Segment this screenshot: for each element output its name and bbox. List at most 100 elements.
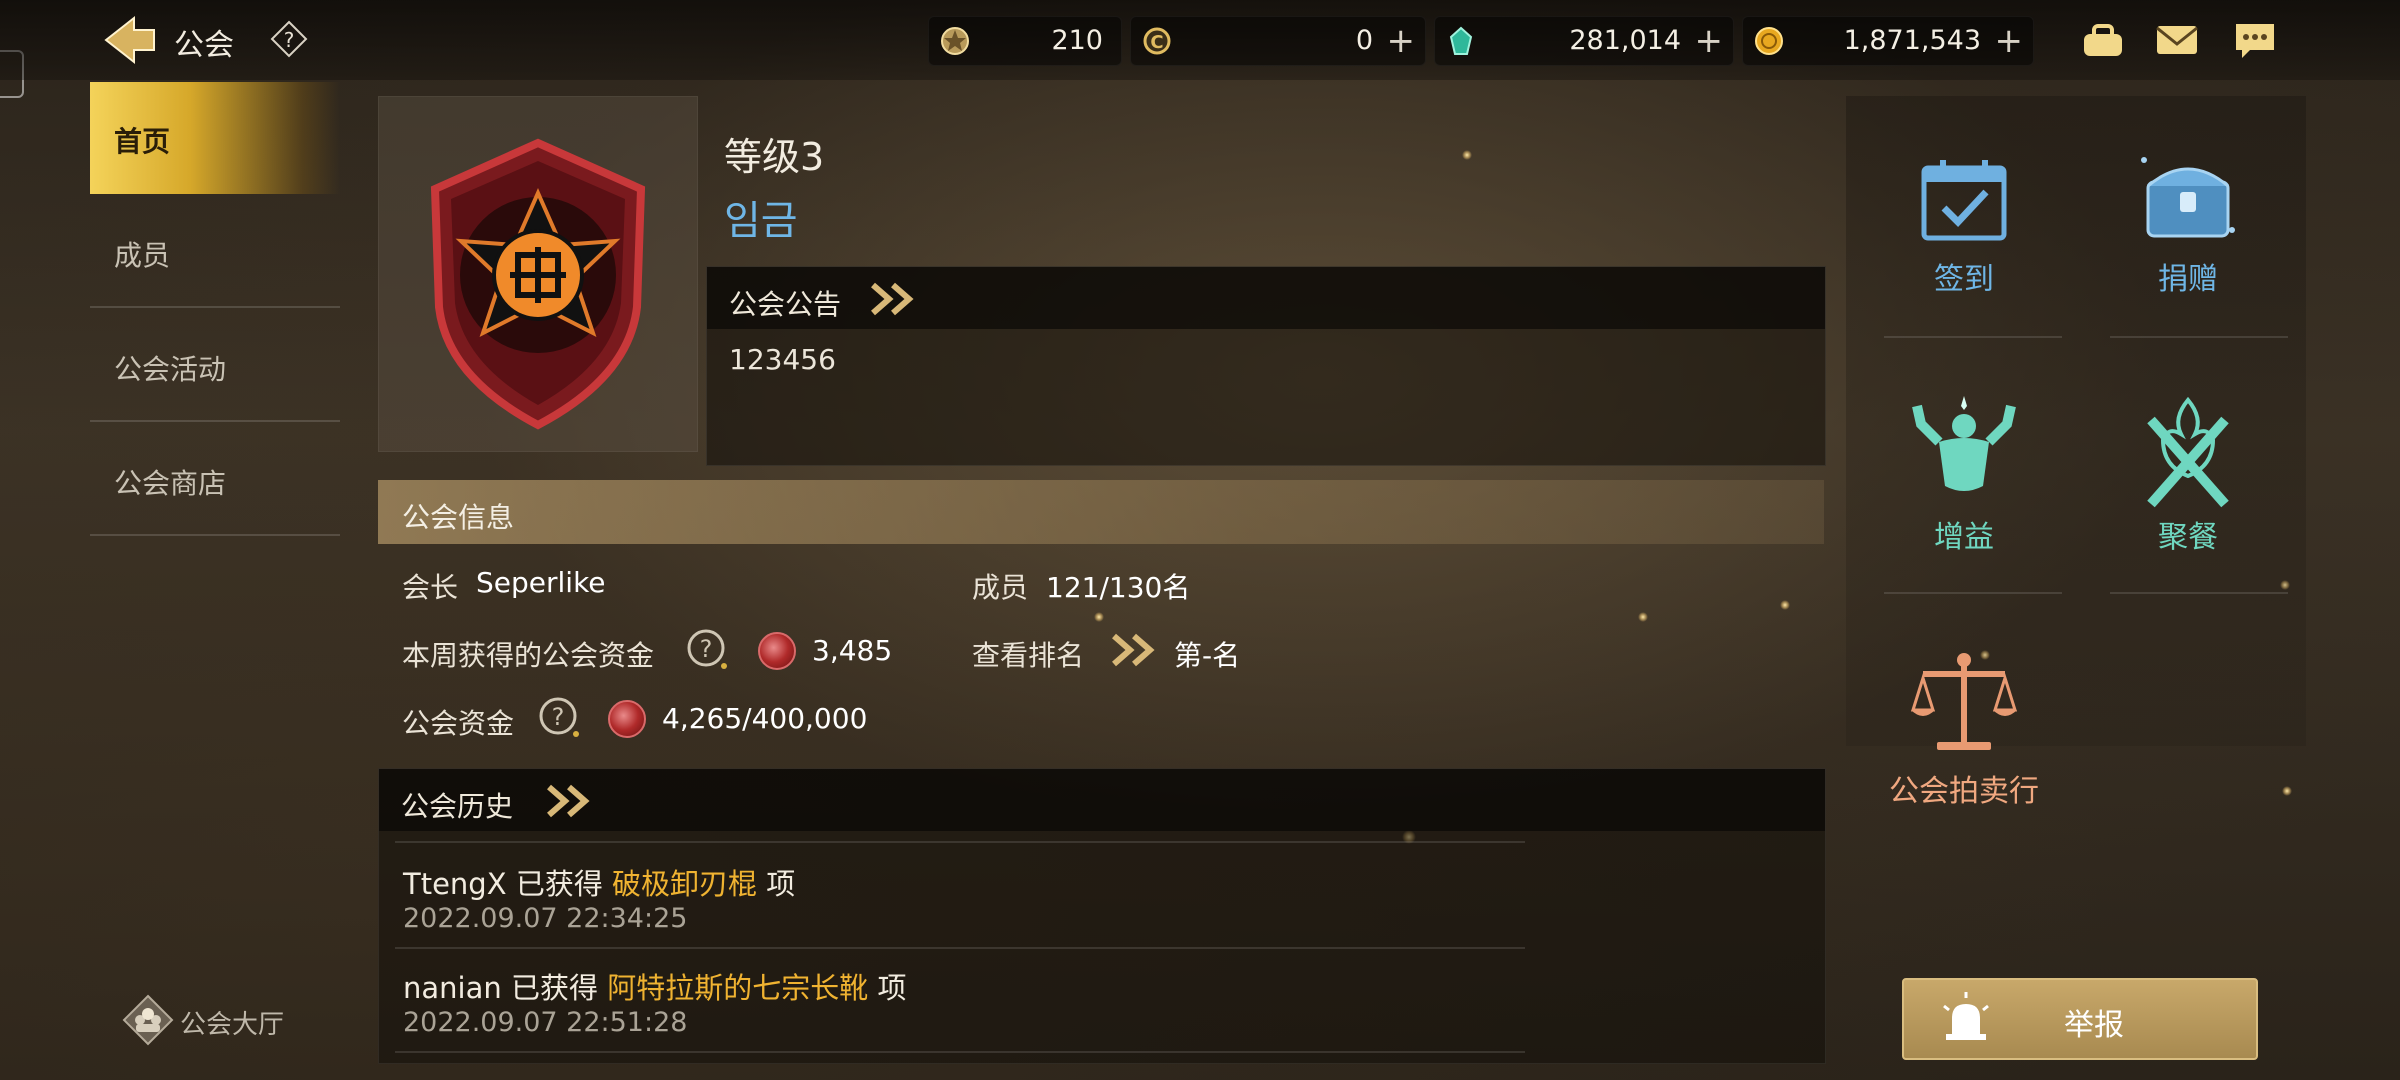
members-label: 成员 — [972, 571, 1029, 604]
guild-info-header: 公会信息 — [378, 480, 1824, 544]
history-divider — [395, 1051, 1525, 1053]
svg-text:?: ? — [700, 635, 713, 663]
guild-level: 等级3 — [724, 135, 825, 179]
medal-icon — [941, 27, 969, 55]
notice-title: 公会公告 — [729, 288, 842, 321]
add-c-coin-button[interactable]: + — [1387, 21, 1416, 61]
resource-value: 1,871,543 — [1843, 25, 1981, 56]
double-chevron-icon — [547, 784, 590, 818]
notice-panel: 公会公告 123456 — [706, 266, 1826, 466]
leader-label: 会长 — [402, 571, 459, 604]
action-divider — [1884, 336, 2062, 338]
calendar-check-icon — [1921, 160, 2007, 241]
nav-item-members[interactable]: 成员 — [90, 196, 340, 308]
nav-divider — [90, 534, 340, 536]
top-bar: 公会 ? 210 C 0 + 281,014 + 1,871,543 + — [0, 0, 2400, 80]
guild-hall-button[interactable]: 公会大厅 — [120, 990, 310, 1050]
svg-text:?: ? — [284, 28, 295, 52]
resource-gem: 281,014 + — [1434, 16, 1734, 66]
add-gold-button[interactable]: + — [1995, 21, 2024, 61]
report-button[interactable]: 举报 — [1902, 978, 2258, 1060]
resource-value: 281,014 — [1569, 25, 1681, 56]
notice-header[interactable]: 公会公告 — [707, 267, 1825, 329]
history-header[interactable]: 公会历史 — [379, 769, 1825, 831]
history-time: 2022.09.07 22:34:25 — [403, 903, 688, 934]
double-chevron-icon[interactable] — [1108, 632, 1162, 668]
funds-value: 4,265/400,000 — [662, 702, 868, 735]
action-divider — [2110, 336, 2288, 338]
back-button[interactable] — [100, 14, 160, 66]
history-divider — [395, 841, 1525, 843]
help-button[interactable]: ? — [270, 20, 308, 58]
history-item[interactable]: 破极卸刃棍 — [612, 867, 757, 901]
donate-button[interactable]: 捐赠 — [2088, 152, 2288, 352]
help-diamond-icon: ? — [270, 20, 308, 58]
nav-item-label: 公会活动 — [114, 353, 227, 386]
nav-item-label: 成员 — [114, 239, 171, 272]
guild-emblem[interactable] — [378, 96, 698, 452]
utensils-fire-icon — [2147, 396, 2229, 508]
nav-item-activities[interactable]: 公会活动 — [90, 310, 340, 422]
treasure-chest-icon — [2141, 157, 2235, 238]
help-icon[interactable]: ? — [538, 696, 582, 740]
mail-icon[interactable] — [2154, 18, 2200, 62]
resource-value: 0 — [1355, 25, 1373, 56]
history-entry: TtengX 已获得 破极卸刃棍 项 — [403, 861, 795, 903]
bag-icon[interactable] — [2080, 18, 2126, 62]
history-suffix: 项 — [766, 867, 796, 901]
auction-button[interactable]: 公会拍卖行 — [1864, 650, 2064, 850]
guild-name: 임금 — [724, 198, 798, 244]
funds-label: 公会资金 — [402, 707, 515, 740]
scales-icon — [1910, 653, 2018, 750]
ranking-value: 第-名 — [1174, 639, 1241, 672]
checkin-button[interactable]: 签到 — [1864, 158, 2064, 358]
nav-item-label: 首页 — [114, 125, 171, 158]
leader-value: Seperlike — [476, 566, 606, 599]
ranking-label[interactable]: 查看排名 — [972, 634, 1084, 674]
guild-hall-icon — [122, 994, 174, 1046]
resource-medal: 210 — [928, 16, 1122, 66]
nav-item-shop[interactable]: 公会商店 — [90, 424, 340, 536]
notice-text: 123456 — [729, 343, 836, 376]
feast-button[interactable]: 聚餐 — [2088, 396, 2288, 596]
green-gem-icon — [1449, 26, 1473, 55]
svg-text:?: ? — [552, 703, 565, 731]
buff-label: 增益 — [1934, 520, 1994, 555]
buff-button[interactable]: 增益 — [1864, 396, 2064, 596]
history-action: 已获得 — [515, 867, 603, 901]
resource-value: 210 — [1051, 25, 1103, 56]
weekly-funds-label: 本周获得的公会资金 — [402, 639, 655, 672]
action-divider — [2110, 592, 2288, 594]
svg-text:C: C — [1150, 32, 1163, 53]
alarm-siren-icon — [1943, 992, 1989, 1040]
report-label: 举报 — [2064, 1008, 2124, 1043]
guild-fund-coin-icon — [758, 632, 796, 670]
history-title: 公会历史 — [401, 790, 514, 823]
add-gem-button[interactable]: + — [1695, 21, 1724, 61]
history-time: 2022.09.07 22:51:28 — [403, 1007, 688, 1038]
back-arrow-icon — [104, 15, 155, 65]
feast-label: 聚餐 — [2158, 520, 2218, 555]
history-action: 已获得 — [510, 971, 598, 1005]
muscle-buff-icon — [1912, 396, 2016, 491]
guild-fund-coin-icon — [608, 700, 646, 738]
history-user: nanian — [403, 971, 502, 1005]
history-entry: nanian 已获得 阿特拉斯的七宗长靴 项 — [403, 965, 906, 1007]
guild-shield-emblem-icon — [430, 138, 646, 430]
guild-info-title: 公会信息 — [402, 501, 515, 534]
help-icon[interactable]: ? — [686, 628, 730, 672]
nav-item-home[interactable]: 首页 — [90, 82, 340, 194]
chat-icon[interactable] — [2232, 18, 2278, 62]
checkin-label: 签到 — [1934, 262, 1994, 297]
history-item[interactable]: 阿特拉斯的七宗长靴 — [607, 971, 868, 1005]
page-title: 公会 — [174, 28, 234, 63]
action-divider — [1884, 592, 2062, 594]
gold-coin-icon — [1755, 27, 1783, 55]
history-user: TtengX — [403, 867, 507, 901]
members-value: 121/130名 — [1046, 571, 1191, 604]
nav-divider — [90, 306, 340, 308]
donate-label: 捐赠 — [2158, 262, 2218, 297]
resource-gold: 1,871,543 + — [1742, 16, 2034, 66]
auction-label: 公会拍卖行 — [1889, 774, 2039, 809]
nav-divider — [90, 420, 340, 422]
